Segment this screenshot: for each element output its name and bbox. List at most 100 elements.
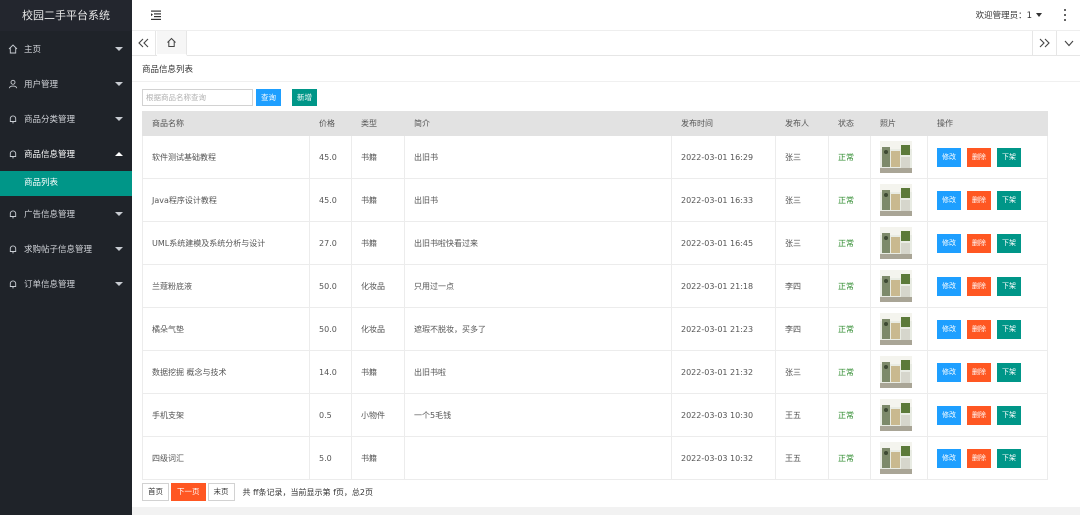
delete-button[interactable]: 删除 xyxy=(967,405,991,425)
cell-time: 2022-03-01 21:32 xyxy=(671,350,776,394)
edit-button[interactable]: 修改 xyxy=(937,319,961,339)
edit-button[interactable]: 修改 xyxy=(937,190,961,210)
column-header: 状态 xyxy=(828,111,871,136)
offline-button[interactable]: 下架 xyxy=(997,147,1021,167)
cell-price: 50.0 xyxy=(309,307,352,351)
cell-photo xyxy=(870,135,928,179)
edit-button[interactable]: 修改 xyxy=(937,448,961,468)
cell-publisher: 张三 xyxy=(775,135,829,179)
edit-button[interactable]: 修改 xyxy=(937,233,961,253)
cell-name: 四级词汇 xyxy=(142,436,310,480)
sidebar-submenu: 商品列表 xyxy=(0,171,132,196)
cell-desc: 只用过一点 xyxy=(404,264,672,308)
first-page-button[interactable]: 首页 xyxy=(142,483,169,501)
pagination: 首页 下一页 末页 共 ff条记录，当前显示第 f页，总2页 xyxy=(142,483,373,501)
sidebar-item-0[interactable]: 主页 xyxy=(0,31,132,66)
sidebar-item-5[interactable]: 求购帖子信息管理 xyxy=(0,231,132,266)
offline-button[interactable]: 下架 xyxy=(997,190,1021,210)
cell-desc: 出旧书啦快看过来 xyxy=(404,221,672,265)
table-row: 数据挖掘 概念与技术 14.0 书籍 出旧书啦 2022-03-01 21:32 张三 正常… xyxy=(142,350,1048,394)
more-vertical-icon[interactable] xyxy=(1062,8,1068,22)
home-icon xyxy=(167,37,176,47)
cell-name: 兰蔻粉底液 xyxy=(142,264,310,308)
cell-desc xyxy=(404,436,672,480)
cell-actions: 修改 删除 下架 xyxy=(927,350,1048,394)
sidebar-item-6[interactable]: 订单信息管理 xyxy=(0,266,132,301)
delete-button[interactable]: 删除 xyxy=(967,362,991,382)
sidebar-item-label: 主页 xyxy=(24,44,42,55)
table-row: 橘朵气垫 50.0 化妆品 遮瑕不脱妆，买多了 2022-03-01 21:23 李四 正常… xyxy=(142,307,1048,351)
product-photo xyxy=(880,184,927,216)
footer-strip xyxy=(132,507,1080,515)
edit-button[interactable]: 修改 xyxy=(937,276,961,296)
cell-price: 0.5 xyxy=(309,393,352,437)
offline-button[interactable]: 下架 xyxy=(997,233,1021,253)
bell-icon xyxy=(8,149,18,159)
delete-button[interactable]: 删除 xyxy=(967,319,991,339)
column-header: 操作 xyxy=(927,111,1048,136)
tab-home[interactable] xyxy=(157,31,187,56)
query-button[interactable]: 查询 xyxy=(256,89,281,106)
cell-status: 正常 xyxy=(828,350,871,394)
cell-publisher: 李四 xyxy=(775,264,829,308)
column-header: 类型 xyxy=(351,111,405,136)
cell-time: 2022-03-01 16:33 xyxy=(671,178,776,222)
divider xyxy=(132,81,1080,82)
caret-down-icon xyxy=(1036,13,1042,17)
offline-button[interactable]: 下架 xyxy=(997,405,1021,425)
pagination-info: 共 ff条记录，当前显示第 f页，总2页 xyxy=(242,487,374,497)
edit-button[interactable]: 修改 xyxy=(937,147,961,167)
sidebar-item-label: 商品信息管理 xyxy=(24,149,76,160)
chevron-down-icon xyxy=(115,81,123,86)
tab-dropdown-icon[interactable] xyxy=(1056,31,1080,55)
column-header: 发布人 xyxy=(775,111,829,136)
sidebar-item-2[interactable]: 商品分类管理 xyxy=(0,101,132,136)
add-button[interactable]: 新增 xyxy=(292,89,317,106)
table-row: 兰蔻粉底液 50.0 化妆品 只用过一点 2022-03-01 21:18 李四 正常 修改删… xyxy=(142,264,1048,308)
bell-icon xyxy=(8,114,18,124)
sidebar-item-label: 广告信息管理 xyxy=(24,209,76,220)
sidebar-item-4[interactable]: 广告信息管理 xyxy=(0,196,132,231)
tab-scroll-left-icon[interactable] xyxy=(132,31,156,55)
chevron-down-icon xyxy=(115,116,123,121)
product-photo xyxy=(880,356,927,388)
sidebar-subitem-product-list[interactable]: 商品列表 xyxy=(0,171,132,196)
column-header: 照片 xyxy=(870,111,928,136)
cell-name: 软件测试基础教程 xyxy=(142,135,310,179)
delete-button[interactable]: 删除 xyxy=(967,233,991,253)
edit-button[interactable]: 修改 xyxy=(937,405,961,425)
sidebar-item-1[interactable]: 用户管理 xyxy=(0,66,132,101)
offline-button[interactable]: 下架 xyxy=(997,319,1021,339)
cell-photo xyxy=(870,307,928,351)
edit-button[interactable]: 修改 xyxy=(937,362,961,382)
cell-publisher: 张三 xyxy=(775,221,829,265)
cell-type: 书籍 xyxy=(351,350,405,394)
user-menu[interactable]: 欢迎管理员：1 xyxy=(976,9,1042,21)
delete-button[interactable]: 删除 xyxy=(967,276,991,296)
delete-button[interactable]: 删除 xyxy=(967,448,991,468)
cell-type: 书籍 xyxy=(351,135,405,179)
cell-actions: 修改 删除 下架 xyxy=(927,221,1048,265)
next-page-button[interactable]: 下一页 xyxy=(171,483,206,501)
delete-button[interactable]: 删除 xyxy=(967,190,991,210)
tab-scroll-right-icon[interactable] xyxy=(1032,31,1056,55)
sidebar-item-3[interactable]: 商品信息管理 xyxy=(0,136,132,171)
product-photo xyxy=(880,227,927,259)
cell-photo xyxy=(870,221,928,265)
cell-desc: 出旧书啦 xyxy=(404,350,672,394)
cell-actions: 修改 删除 下架 xyxy=(927,135,1048,179)
last-page-button[interactable]: 末页 xyxy=(207,483,235,501)
table-row: 手机支架 0.5 小物件 一个5毛钱 2022-03-03 10:30 王五 正常 修改 删除下… xyxy=(142,393,1048,437)
offline-button[interactable]: 下架 xyxy=(997,276,1021,296)
chevron-down-icon xyxy=(115,281,123,286)
search-input[interactable] xyxy=(142,89,253,106)
user-icon xyxy=(8,79,18,89)
menu-toggle-icon[interactable] xyxy=(150,9,162,21)
offline-button[interactable]: 下架 xyxy=(997,448,1021,468)
delete-button[interactable]: 删除 xyxy=(967,147,991,167)
offline-button[interactable]: 下架 xyxy=(997,362,1021,382)
column-header: 简介 xyxy=(404,111,672,136)
cell-status: 正常 xyxy=(828,135,871,179)
cell-time: 2022-03-01 16:29 xyxy=(671,135,776,179)
cell-type: 书籍 xyxy=(351,221,405,265)
